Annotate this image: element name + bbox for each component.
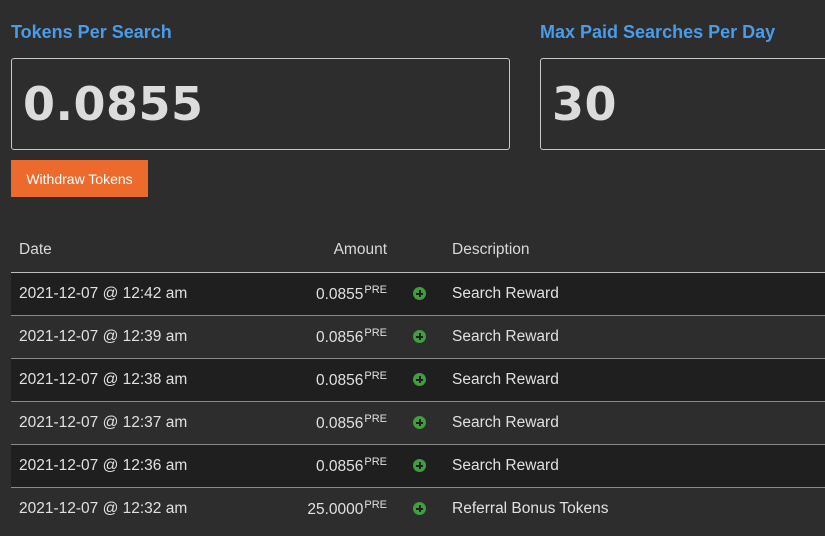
row-amount: 0.0855PRE <box>203 272 387 316</box>
max-paid-searches-title: Max Paid Searches Per Day <box>540 22 776 42</box>
row-amount: 0.0856PRE <box>203 315 387 359</box>
row-amount: 0.0856PRE <box>203 358 387 402</box>
row-date: 2021-12-07 @ 12:39 am <box>11 315 203 359</box>
amount-unit: PRE <box>364 284 387 296</box>
row-description: Search Reward <box>452 444 825 488</box>
table-row: 2021-12-07 @ 12:37 am 0.0856PRE Search R… <box>11 401 825 445</box>
amount-unit: PRE <box>364 327 387 339</box>
row-date: 2021-12-07 @ 12:32 am <box>11 487 203 530</box>
plus-circle-icon <box>413 330 426 344</box>
tokens-per-search-title: Tokens Per Search <box>11 22 172 42</box>
table-header-row: Date Amount Description <box>11 228 825 273</box>
row-date: 2021-12-07 @ 12:36 am <box>11 444 203 488</box>
row-description: Search Reward <box>452 272 825 316</box>
plus-circle-icon <box>413 373 426 387</box>
amount-unit: PRE <box>364 413 387 425</box>
header-description: Description <box>452 228 825 273</box>
plus-circle-icon <box>413 287 426 301</box>
token-dashboard: Tokens Per Search 0.0855 Max Paid Search… <box>0 0 825 536</box>
row-amount: 25.0000PRE <box>203 487 387 530</box>
table-row: 2021-12-07 @ 12:39 am 0.0856PRE Search R… <box>11 315 825 359</box>
header-icon <box>387 228 452 273</box>
transactions-table: Date Amount Description 2021-12-07 @ 12:… <box>11 228 825 530</box>
row-date: 2021-12-07 @ 12:38 am <box>11 358 203 402</box>
max-paid-searches-box: 30 <box>540 58 825 150</box>
amount-value: 0.0855 <box>315 286 364 303</box>
table-row: 2021-12-07 @ 12:42 am 0.0855PRE Search R… <box>11 272 825 316</box>
tokens-per-search-box: 0.0855 <box>11 58 510 150</box>
row-date: 2021-12-07 @ 12:37 am <box>11 401 203 445</box>
amount-value: 0.0856 <box>315 329 364 346</box>
tokens-per-search-value: 0.0855 <box>23 77 204 131</box>
amount-value: 25.0000 <box>307 501 364 518</box>
row-amount: 0.0856PRE <box>203 401 387 445</box>
amount-value: 0.0856 <box>315 372 364 389</box>
row-description: Search Reward <box>452 358 825 402</box>
table-row: 2021-12-07 @ 12:38 am 0.0856PRE Search R… <box>11 358 825 402</box>
header-date: Date <box>11 228 203 273</box>
plus-circle-icon <box>413 459 426 473</box>
amount-unit: PRE <box>364 370 387 382</box>
row-description: Search Reward <box>452 401 825 445</box>
header-amount: Amount <box>203 228 387 273</box>
row-description: Referral Bonus Tokens <box>452 487 825 530</box>
row-amount: 0.0856PRE <box>203 444 387 488</box>
max-paid-searches-value: 30 <box>552 77 618 131</box>
amount-unit: PRE <box>364 499 387 511</box>
amount-value: 0.0856 <box>315 458 364 475</box>
row-date: 2021-12-07 @ 12:42 am <box>11 272 203 316</box>
plus-circle-icon <box>413 502 426 516</box>
row-description: Search Reward <box>452 315 825 359</box>
plus-circle-icon <box>413 416 426 430</box>
table-row: 2021-12-07 @ 12:32 am 25.0000PRE Referra… <box>11 487 825 530</box>
withdraw-tokens-button[interactable]: Withdraw Tokens <box>11 160 148 197</box>
amount-value: 0.0856 <box>315 415 364 432</box>
amount-unit: PRE <box>364 456 387 468</box>
table-row: 2021-12-07 @ 12:36 am 0.0856PRE Search R… <box>11 444 825 488</box>
